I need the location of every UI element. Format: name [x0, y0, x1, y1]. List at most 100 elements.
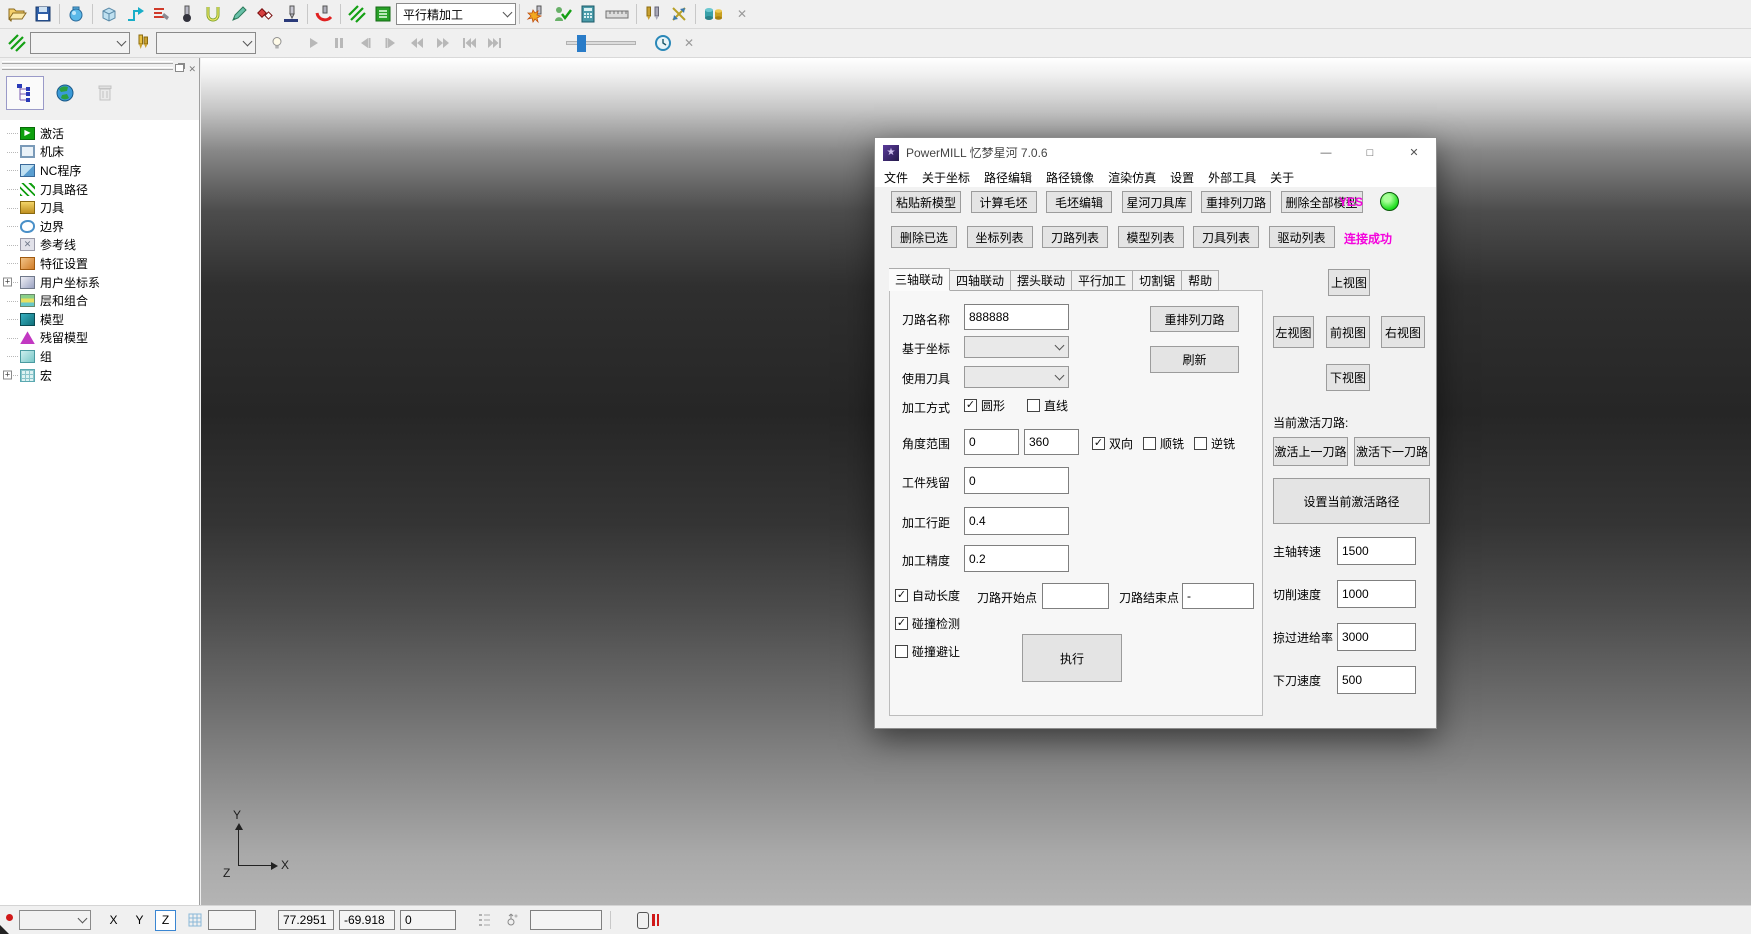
tree-item[interactable]: 边界	[2, 217, 199, 236]
tree-item[interactable]: 组	[2, 347, 199, 366]
speed-input[interactable]	[1337, 623, 1416, 651]
view-right-button[interactable]: 右视图	[1381, 316, 1425, 348]
featureset-icon[interactable]	[252, 2, 278, 26]
close-button[interactable]: ✕	[1392, 138, 1436, 167]
angle-to-input[interactable]	[1024, 429, 1079, 455]
strategy-list-icon[interactable]	[370, 2, 396, 26]
dialog-button[interactable]: 模型列表	[1118, 226, 1184, 248]
rewind-icon[interactable]	[404, 31, 430, 55]
dialog-tab[interactable]: 帮助	[1182, 270, 1219, 291]
menu-item[interactable]: 文件	[877, 169, 915, 186]
dialog-button[interactable]: 删除已选	[891, 226, 957, 248]
selection-combobox[interactable]	[19, 910, 91, 930]
toolpath-spring-icon[interactable]	[344, 2, 370, 26]
checkbox-icon[interactable]	[1027, 399, 1040, 412]
fast-forward-icon[interactable]	[430, 31, 456, 55]
speed-input[interactable]	[1337, 537, 1416, 565]
boundary-icon[interactable]	[200, 2, 226, 26]
tree-item[interactable]: NC程序	[2, 161, 199, 180]
dialog-button[interactable]: 计算毛坯	[971, 191, 1037, 213]
pattern-icon[interactable]	[226, 2, 252, 26]
view-left-button[interactable]: 左视图	[1273, 316, 1314, 348]
dialog-button[interactable]: 刀具列表	[1193, 226, 1259, 248]
speed-input[interactable]	[1337, 666, 1416, 694]
panel-grip[interactable]	[2, 61, 173, 64]
simulation-speed-slider[interactable]	[566, 41, 636, 45]
tolerance-input[interactable]	[964, 545, 1069, 572]
toolpath-name-input[interactable]	[964, 304, 1069, 330]
dialog-tab[interactable]: 三轴联动	[889, 268, 950, 291]
minimize-button[interactable]: —	[1304, 138, 1348, 167]
dialog-button[interactable]: 刀路列表	[1042, 226, 1108, 248]
auto-length-checkbox[interactable]: 自动长度	[895, 587, 960, 604]
toolpath-tool-icon[interactable]	[278, 2, 304, 26]
dialog-tab[interactable]: 四轴联动	[950, 270, 1011, 291]
stock-input[interactable]	[964, 467, 1069, 494]
tab-recycle-bin[interactable]	[86, 76, 124, 110]
coordinate-input[interactable]	[400, 910, 456, 930]
grid-size-input[interactable]	[208, 910, 256, 930]
collision-check-icon[interactable]	[311, 2, 337, 26]
tree-item[interactable]: 宏	[2, 366, 199, 385]
dialog-titlebar[interactable]: PowerMILL 忆梦星河 7.0.6 — □ ✕	[875, 138, 1436, 167]
direction-checkbox[interactable]: 逆铣	[1194, 435, 1235, 452]
tab-world[interactable]	[46, 76, 84, 110]
mode-checkbox[interactable]: 圆形	[964, 397, 1005, 414]
toolpath-spring-icon[interactable]	[4, 31, 30, 55]
tool-ball-icon[interactable]	[174, 2, 200, 26]
go-end-icon[interactable]	[482, 31, 508, 55]
view-front-button[interactable]: 前视图	[1326, 316, 1370, 348]
dialog-tab[interactable]: 平行加工	[1072, 270, 1133, 291]
tree-item[interactable]: 层和组合	[2, 291, 199, 310]
open-file-icon[interactable]	[4, 2, 30, 26]
mode-checkbox[interactable]: 直线	[1027, 397, 1068, 414]
dialog-button[interactable]: 粘贴新模型	[891, 191, 961, 213]
set-active-path-button[interactable]: 设置当前激活路径	[1273, 478, 1430, 524]
ruler-icon[interactable]	[601, 2, 633, 26]
tree-item[interactable]: 参考线	[2, 236, 199, 255]
panel-float-icon[interactable]	[175, 64, 184, 72]
dialog-tab[interactable]: 摆头联动	[1011, 270, 1072, 291]
toolpath-select-combobox[interactable]	[30, 32, 130, 54]
checkbox-icon[interactable]	[895, 645, 908, 658]
tree-item[interactable]: 用户坐标系	[2, 273, 199, 292]
checkbox-icon[interactable]	[1194, 437, 1207, 450]
expander-icon[interactable]	[3, 371, 12, 380]
tool-select-combobox[interactable]	[156, 32, 256, 54]
toolbar-close-icon[interactable]	[676, 31, 702, 55]
menu-item[interactable]: 外部工具	[1201, 169, 1263, 186]
toolpath-strategy-icon[interactable]	[122, 2, 148, 26]
axis-lock-button[interactable]: Y	[129, 910, 150, 931]
lightbulb-icon[interactable]	[264, 31, 290, 55]
axis-lock-button[interactable]: Z	[155, 910, 176, 931]
tools-pair-icon[interactable]	[640, 2, 666, 26]
direction-checkbox[interactable]: 顺铣	[1143, 435, 1184, 452]
collision-checkbox[interactable]: 碰撞检测	[895, 615, 960, 632]
dialog-button[interactable]: 毛坯编辑	[1046, 191, 1112, 213]
coordinate-input[interactable]	[339, 910, 395, 930]
tool-burst-icon[interactable]	[523, 2, 549, 26]
refresh-button[interactable]: 刷新	[1150, 346, 1239, 373]
view-bottom-button[interactable]: 下视图	[1326, 364, 1370, 391]
cylinders-icon[interactable]	[699, 2, 729, 26]
tree-item[interactable]: 特征设置	[2, 254, 199, 273]
menu-item[interactable]: 渲染仿真	[1101, 169, 1163, 186]
view-top-button[interactable]: 上视图	[1328, 269, 1370, 296]
step-forward-icon[interactable]	[378, 31, 404, 55]
menu-item[interactable]: 关于	[1263, 169, 1301, 186]
speed-input[interactable]	[1337, 580, 1416, 608]
checkbox-icon[interactable]	[895, 617, 908, 630]
menu-item[interactable]: 设置	[1163, 169, 1201, 186]
dialog-button[interactable]: 驱动列表	[1269, 226, 1335, 248]
checkbox-icon[interactable]	[964, 399, 977, 412]
menu-item[interactable]: 关于坐标	[915, 169, 977, 186]
play-icon[interactable]	[300, 31, 326, 55]
save-icon[interactable]	[30, 2, 56, 26]
tree-item[interactable]: 刀具路径	[2, 180, 199, 199]
tree-item[interactable]: 模型	[2, 310, 199, 329]
checkbox-icon[interactable]	[1092, 437, 1105, 450]
dialog-button[interactable]: 重排列刀路	[1201, 191, 1271, 213]
device-icon[interactable]	[637, 912, 649, 929]
checkbox-icon[interactable]	[895, 589, 908, 602]
tree-item[interactable]: 残留模型	[2, 329, 199, 348]
